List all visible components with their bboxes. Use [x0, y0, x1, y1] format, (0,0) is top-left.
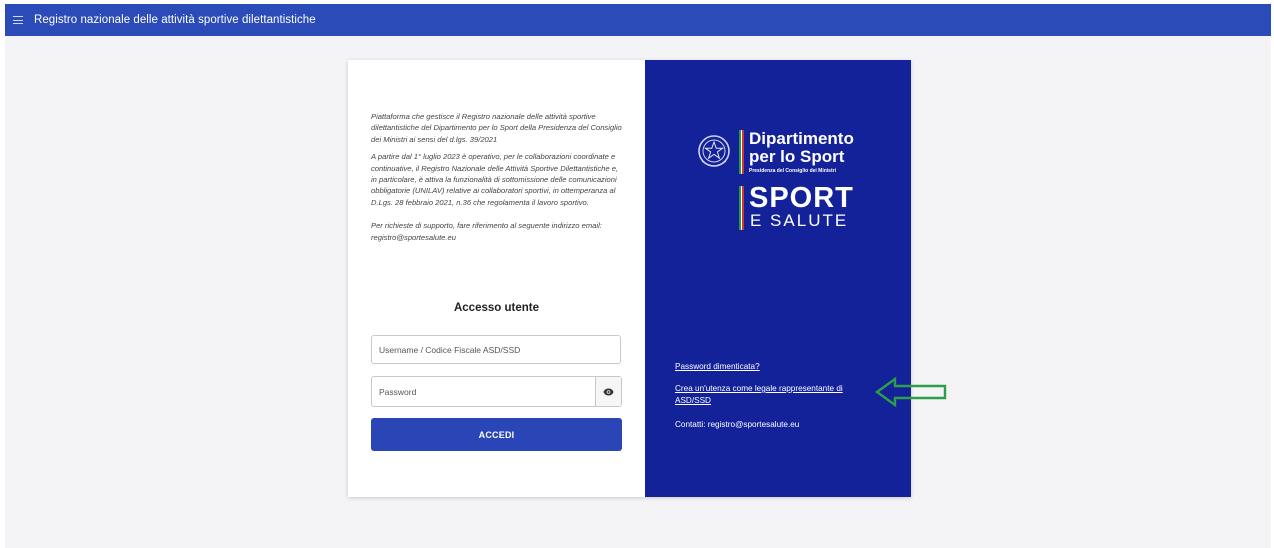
brand-line-2: per lo Sport	[749, 147, 845, 166]
password-field-wrapper	[371, 376, 622, 407]
top-bar: Registro nazionale delle attività sporti…	[5, 4, 1271, 36]
intro-paragraph-2: A partire dal 1° luglio 2023 è operativo…	[371, 152, 619, 207]
intro-paragraph-1: Piattaforma che gestisce il Registro naz…	[371, 112, 622, 144]
brand-line-1: Dipartimento	[749, 129, 854, 148]
show-password-button[interactable]	[595, 377, 621, 406]
brand-logo: Dipartimento per lo Sport Presidenza del…	[697, 130, 877, 240]
intro-paragraph-3: Per richieste di supporto, fare riferime…	[371, 221, 602, 242]
forgot-password-link[interactable]: Password dimenticata?	[675, 361, 760, 373]
login-button[interactable]: ACCEDI	[371, 418, 622, 451]
intro-text: Piattaforma che gestisce il Registro naz…	[371, 111, 625, 249]
password-input[interactable]	[372, 377, 596, 406]
login-title: Accesso utente	[453, 302, 539, 314]
create-account-link[interactable]: Crea un'utenza come legale rappresentant…	[675, 383, 875, 407]
contact-info: Contatti: registro@sportesalute.eu	[675, 420, 800, 429]
username-field-wrapper	[371, 335, 621, 364]
flag-stripe-bottom	[739, 186, 745, 230]
annotation-arrow-icon	[875, 377, 947, 407]
brand-line-5: E SALUTE	[750, 211, 849, 230]
login-card: Piattaforma che gestisce il Registro naz…	[348, 60, 911, 497]
hamburger-menu-icon[interactable]	[13, 16, 23, 24]
italian-republic-emblem-icon	[698, 135, 730, 167]
brand-panel: Dipartimento per lo Sport Presidenza del…	[645, 60, 911, 497]
username-input[interactable]	[372, 336, 620, 363]
brand-line-3: Presidenza del Consiglio dei Ministri	[749, 168, 836, 174]
app-title: Registro nazionale delle attività sporti…	[34, 14, 316, 26]
eye-icon	[603, 388, 614, 395]
login-panel: Piattaforma che gestisce il Registro naz…	[348, 60, 645, 497]
flag-stripe-top	[739, 130, 745, 174]
brand-line-4: SPORT	[749, 182, 854, 214]
